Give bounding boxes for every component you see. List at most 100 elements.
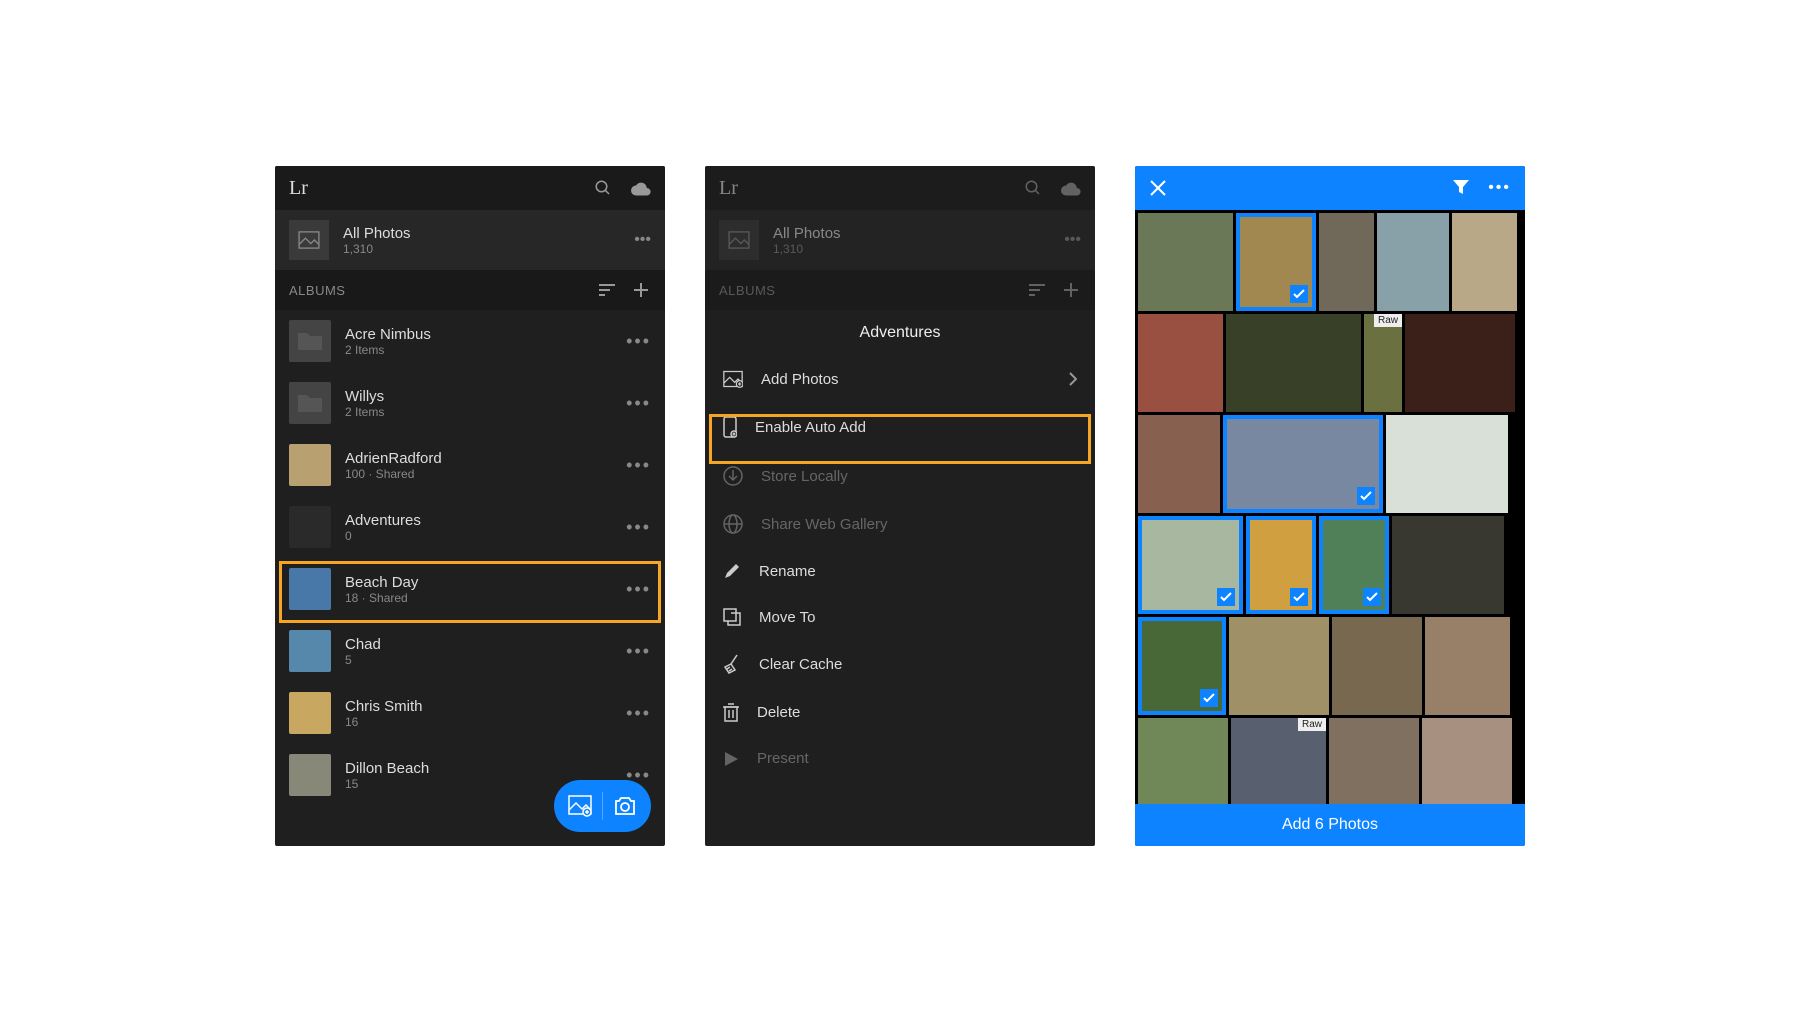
checkmark-icon bbox=[1357, 487, 1375, 505]
menu-label: Clear Cache bbox=[759, 656, 842, 673]
album-row[interactable]: Chris Smith 16 ••• bbox=[275, 682, 665, 744]
checkmark-icon bbox=[1200, 689, 1218, 707]
checkmark-icon bbox=[1290, 588, 1308, 606]
play-icon bbox=[723, 751, 739, 767]
photo-tile[interactable] bbox=[1422, 718, 1512, 804]
add-photo-icon bbox=[568, 795, 592, 817]
close-icon[interactable] bbox=[1149, 179, 1167, 197]
photo-tile[interactable]: Raw bbox=[1231, 718, 1326, 804]
album-thumbnail bbox=[289, 444, 331, 486]
menu-label: Add Photos bbox=[761, 371, 839, 388]
checkmark-icon bbox=[1290, 285, 1308, 303]
photo-tile[interactable] bbox=[1332, 617, 1422, 715]
download-circle-icon bbox=[723, 466, 743, 486]
album-name: Chris Smith bbox=[345, 698, 423, 715]
album-thumbnail bbox=[289, 692, 331, 734]
photo-tile[interactable] bbox=[1138, 718, 1228, 804]
album-name: Chad bbox=[345, 636, 381, 653]
photo-tile[interactable] bbox=[1246, 516, 1316, 614]
album-row[interactable]: Willys 2 Items ••• bbox=[275, 372, 665, 434]
album-thumbnail bbox=[289, 568, 331, 610]
photo-tile[interactable] bbox=[1319, 213, 1374, 311]
album-row[interactable]: Beach Day 18 · Shared ••• bbox=[275, 558, 665, 620]
album-name: Willys bbox=[345, 388, 384, 405]
add-album-icon[interactable] bbox=[631, 280, 651, 300]
folder-icon bbox=[289, 320, 331, 362]
menu-item-rename[interactable]: Rename bbox=[705, 548, 1095, 594]
photo-icon bbox=[719, 220, 759, 260]
album-name: Acre Nimbus bbox=[345, 326, 431, 343]
cloud-icon[interactable] bbox=[631, 178, 651, 198]
photo-tile[interactable] bbox=[1223, 415, 1383, 513]
more-icon[interactable]: ••• bbox=[626, 703, 651, 724]
camera-icon bbox=[613, 795, 637, 817]
more-icon[interactable]: ••• bbox=[626, 331, 651, 352]
album-row[interactable]: Chad 5 ••• bbox=[275, 620, 665, 682]
more-icon[interactable]: ••• bbox=[1488, 179, 1511, 197]
photo-tile[interactable]: Raw bbox=[1364, 314, 1402, 412]
more-icon[interactable]: ••• bbox=[626, 641, 651, 662]
photo-tile[interactable] bbox=[1452, 213, 1517, 311]
photo-tile[interactable] bbox=[1392, 516, 1504, 614]
all-photos-title: All Photos bbox=[343, 225, 411, 242]
more-icon[interactable]: ••• bbox=[626, 393, 651, 414]
photo-tile[interactable] bbox=[1405, 314, 1515, 412]
album-subtitle: 15 bbox=[345, 777, 429, 791]
album-subtitle: 18 · Shared bbox=[345, 591, 418, 605]
album-row[interactable]: AdrienRadford 100 · Shared ••• bbox=[275, 434, 665, 496]
photo-tile[interactable] bbox=[1229, 617, 1329, 715]
add-photos-button[interactable]: Add 6 Photos bbox=[1135, 804, 1525, 846]
broom-icon bbox=[723, 654, 741, 674]
menu-item-clear-cache[interactable]: Clear Cache bbox=[705, 640, 1095, 688]
menu-title: Adventures bbox=[705, 310, 1095, 356]
sort-icon bbox=[1027, 280, 1047, 300]
more-icon[interactable]: ••• bbox=[634, 231, 651, 249]
menu-item-delete[interactable]: Delete bbox=[705, 688, 1095, 736]
add-album-icon bbox=[1061, 280, 1081, 300]
album-row[interactable]: Acre Nimbus 2 Items ••• bbox=[275, 310, 665, 372]
photo-tile[interactable] bbox=[1425, 617, 1510, 715]
album-subtitle: 2 Items bbox=[345, 343, 431, 357]
photo-tile[interactable] bbox=[1138, 415, 1220, 513]
photo-tile[interactable] bbox=[1138, 617, 1226, 715]
photo-tile[interactable] bbox=[1138, 213, 1233, 311]
album-thumbnail bbox=[289, 754, 331, 796]
photo-icon bbox=[289, 220, 329, 260]
photo-tile[interactable] bbox=[1386, 415, 1508, 513]
picker-topbar: ••• bbox=[1135, 166, 1525, 210]
album-name: Beach Day bbox=[345, 574, 418, 591]
menu-item-share-web-gallery: Share Web Gallery bbox=[705, 500, 1095, 548]
photo-tile[interactable] bbox=[1236, 213, 1316, 311]
menu-item-enable-auto-add[interactable]: Enable Auto Add bbox=[705, 402, 1095, 452]
album-subtitle: 5 bbox=[345, 653, 381, 667]
sort-icon[interactable] bbox=[597, 280, 617, 300]
all-photos-row[interactable]: All Photos 1,310 ••• bbox=[275, 210, 665, 270]
photo-plus-icon bbox=[723, 370, 743, 388]
photo-tile[interactable] bbox=[1329, 718, 1419, 804]
panel-photo-picker: ••• Raw Raw Add 6 Photos bbox=[1135, 166, 1525, 846]
cloud-icon[interactable] bbox=[1061, 178, 1081, 198]
search-icon[interactable] bbox=[593, 178, 613, 198]
menu-item-add-photos[interactable]: Add Photos bbox=[705, 356, 1095, 402]
photo-tile[interactable] bbox=[1226, 314, 1361, 412]
photo-tile[interactable] bbox=[1377, 213, 1449, 311]
all-photos-count: 1,310 bbox=[773, 242, 841, 256]
more-icon[interactable]: ••• bbox=[626, 517, 651, 538]
photo-tile[interactable] bbox=[1319, 516, 1389, 614]
photo-tile[interactable] bbox=[1138, 516, 1243, 614]
album-row[interactable]: Adventures 0 ••• bbox=[275, 496, 665, 558]
photo-tile[interactable] bbox=[1138, 314, 1223, 412]
albums-list: Acre Nimbus 2 Items ••• Willys 2 Items •… bbox=[275, 310, 665, 806]
menu-item-move-to[interactable]: Move To bbox=[705, 594, 1095, 640]
more-icon[interactable]: ••• bbox=[626, 455, 651, 476]
panel-album-menu: Lr All Photos 1,310 ••• ALBUMS bbox=[705, 166, 1095, 846]
app-logo: Lr bbox=[719, 177, 738, 200]
phone-plus-icon bbox=[723, 416, 737, 438]
filter-icon[interactable] bbox=[1452, 179, 1470, 197]
search-icon[interactable] bbox=[1023, 178, 1043, 198]
fab-add-capture[interactable] bbox=[554, 780, 651, 832]
all-photos-count: 1,310 bbox=[343, 242, 411, 256]
chevron-right-icon bbox=[1069, 372, 1077, 386]
more-icon[interactable]: ••• bbox=[626, 579, 651, 600]
menu-label: Enable Auto Add bbox=[755, 419, 866, 436]
